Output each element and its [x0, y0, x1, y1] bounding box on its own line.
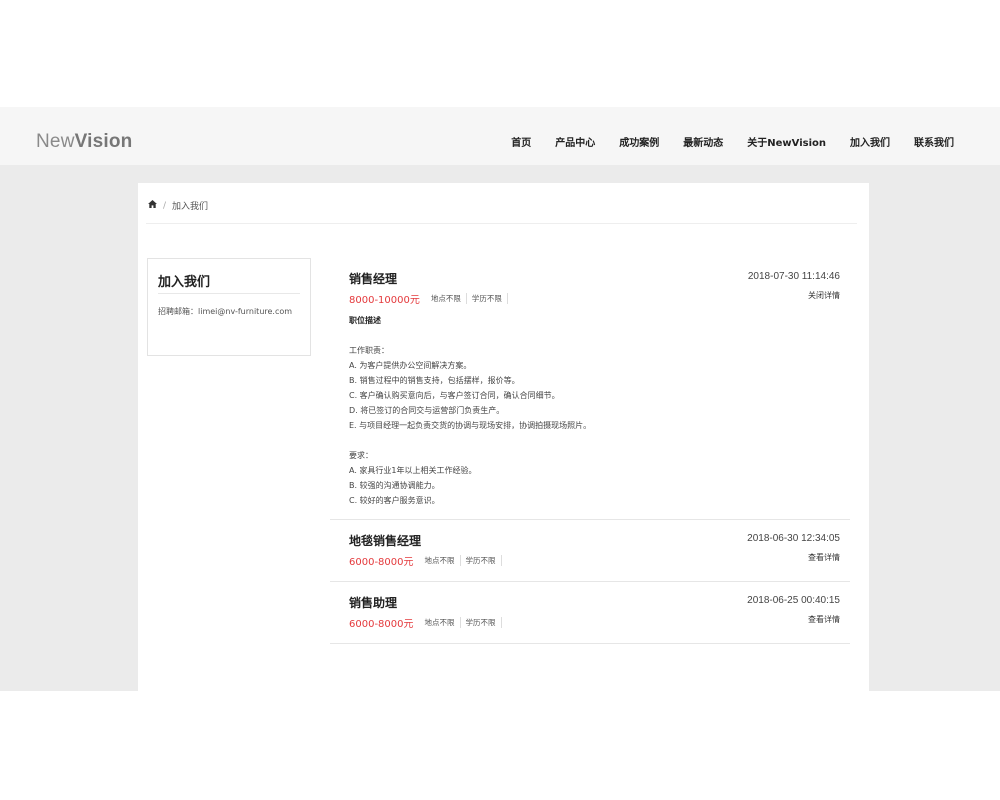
job-date: 2018-06-25 00:40:15 — [747, 595, 840, 606]
sidebar-title: 加入我们 — [158, 275, 211, 290]
job-description: 职位描述 工作职责： A. 为客户提供办公空间解决方案。 B. 销售过程中的销售… — [349, 313, 829, 508]
job-location-tag: 地点不限 — [420, 617, 461, 628]
desc-line: A. 家具行业1年以上相关工作经验。 — [349, 466, 477, 475]
nav-home[interactable]: 首页 — [511, 134, 531, 149]
job-title[interactable]: 销售经理 — [349, 270, 397, 287]
desc-line: 要求： — [349, 451, 373, 460]
job-location-tag: 地点不限 — [426, 293, 467, 304]
job-meta: 6000-8000元 地点不限 学历不限 — [349, 553, 502, 568]
job-education-tag: 学历不限 — [461, 617, 502, 628]
job-title[interactable]: 地毯销售经理 — [349, 532, 421, 549]
desc-line: C. 客户确认购买意向后，与客户签订合同，确认合同细节。 — [349, 391, 560, 400]
nav-contact[interactable]: 联系我们 — [914, 134, 954, 149]
breadcrumb-separator: / — [163, 200, 167, 211]
divider — [146, 223, 857, 224]
job-item: 地毯销售经理 6000-8000元 地点不限 学历不限 2018-06-30 1… — [330, 520, 850, 582]
job-item: 销售经理 8000-10000元 地点不限 学历不限 2018-07-30 11… — [330, 258, 850, 520]
job-description-heading: 职位描述 — [349, 316, 381, 325]
divider — [158, 293, 300, 294]
content-card: / 加入我们 加入我们 招聘邮箱：limei@nv-furniture.com … — [138, 183, 869, 691]
job-title[interactable]: 销售助理 — [349, 594, 397, 611]
view-details-button[interactable]: 查看详情 — [808, 614, 840, 625]
toggle-details-button[interactable]: 关闭详情 — [808, 290, 840, 301]
desc-line: C. 较好的客户服务意识。 — [349, 496, 440, 505]
site-header: NewVision 首页 产品中心 成功案例 最新动态 关于NewVision … — [0, 107, 1000, 165]
job-date: 2018-06-30 12:34:05 — [747, 533, 840, 544]
main-nav: 首页 产品中心 成功案例 最新动态 关于NewVision 加入我们 联系我们 — [487, 134, 954, 149]
desc-line — [349, 433, 829, 448]
home-icon[interactable] — [148, 200, 157, 211]
job-education-tag: 学历不限 — [467, 293, 508, 304]
desc-line: E. 与项目经理一起负责交货的协调与现场安排，协调拍摄现场照片。 — [349, 421, 592, 430]
job-date: 2018-07-30 11:14:46 — [747, 271, 840, 282]
recruit-email: 招聘邮箱：limei@nv-furniture.com — [158, 307, 293, 316]
desc-line: 工作职责： — [349, 346, 389, 355]
job-salary: 6000-8000元 — [349, 557, 414, 568]
desc-line: B. 较强的沟通协调能力。 — [349, 481, 440, 490]
job-meta: 6000-8000元 地点不限 学历不限 — [349, 615, 502, 630]
job-education-tag: 学历不限 — [461, 555, 502, 566]
job-location-tag: 地点不限 — [420, 555, 461, 566]
nav-products[interactable]: 产品中心 — [555, 134, 595, 149]
nav-cases[interactable]: 成功案例 — [619, 134, 659, 149]
desc-line: A. 为客户提供办公空间解决方案。 — [349, 361, 472, 370]
job-item: 销售助理 6000-8000元 地点不限 学历不限 2018-06-25 00:… — [330, 582, 850, 644]
nav-news[interactable]: 最新动态 — [683, 134, 723, 149]
job-meta: 8000-10000元 地点不限 学历不限 — [349, 291, 508, 306]
view-details-button[interactable]: 查看详情 — [808, 552, 840, 563]
job-salary: 8000-10000元 — [349, 295, 420, 306]
logo[interactable]: NewVision — [36, 131, 132, 153]
breadcrumb: / 加入我们 — [148, 199, 208, 212]
breadcrumb-current: 加入我们 — [172, 202, 209, 212]
nav-join-us[interactable]: 加入我们 — [850, 134, 890, 149]
nav-about[interactable]: 关于NewVision — [747, 134, 826, 149]
job-salary: 6000-8000元 — [349, 619, 414, 630]
desc-line: D. 将已签订的合同交与运营部门负责生产。 — [349, 406, 505, 415]
job-list: 销售经理 8000-10000元 地点不限 学历不限 2018-07-30 11… — [330, 258, 850, 644]
desc-line: B. 销售过程中的销售支持，包括摆样，报价等。 — [349, 376, 520, 385]
sidebar: 加入我们 招聘邮箱：limei@nv-furniture.com — [147, 258, 311, 356]
